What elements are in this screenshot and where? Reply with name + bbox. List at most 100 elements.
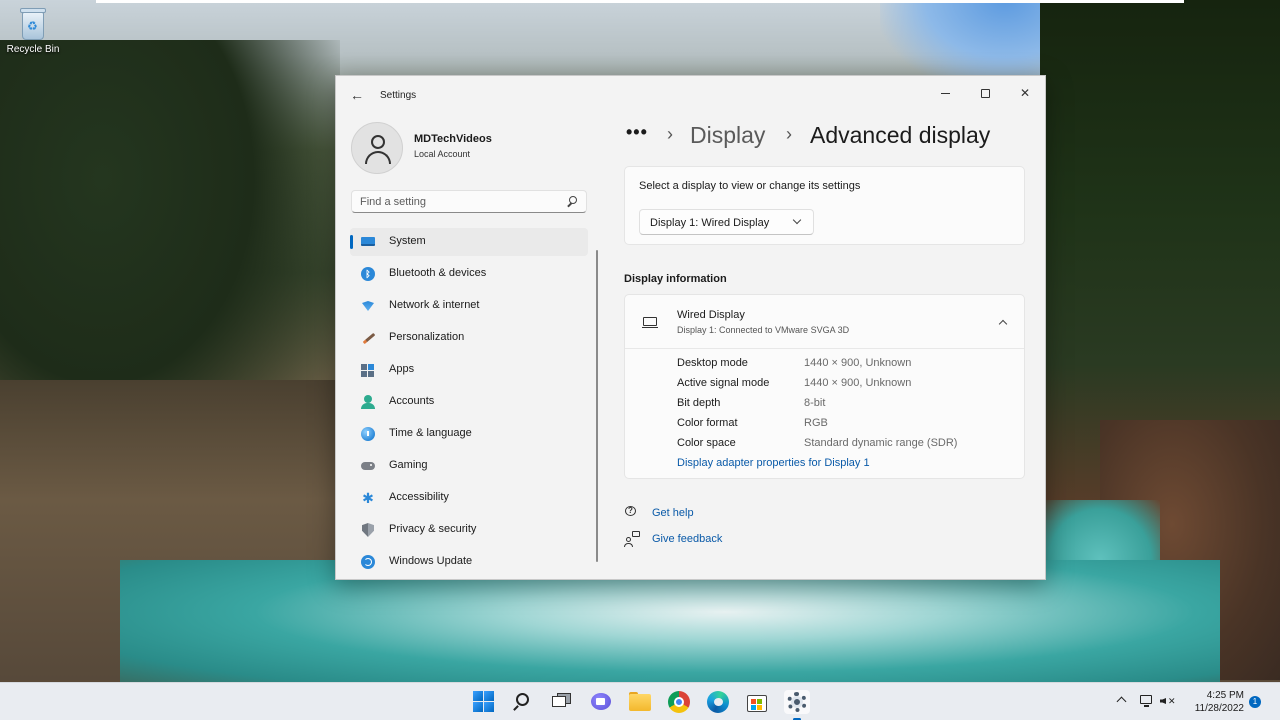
- show-hidden-icons-chevron-up-icon[interactable]: [1116, 696, 1127, 707]
- user-icon: [371, 135, 385, 149]
- sidebar-item-label: Privacy & security: [389, 523, 477, 535]
- edge-button[interactable]: [705, 690, 731, 714]
- sidebar-item-time-language[interactable]: Time & language: [350, 420, 588, 448]
- app-title: Settings: [380, 90, 417, 101]
- monitor-icon: [642, 317, 658, 329]
- system-icon: [361, 237, 375, 246]
- network-status-icon[interactable]: [1140, 695, 1154, 707]
- task-view-button[interactable]: [549, 690, 575, 714]
- chevron-right-icon: ›: [667, 124, 673, 144]
- page-title: Advanced display: [810, 122, 991, 148]
- settings-taskbar-button[interactable]: [784, 690, 810, 720]
- maximize-button[interactable]: [965, 80, 1005, 106]
- microsoft-store-button[interactable]: [744, 690, 770, 714]
- display-dropdown-value: Display 1: Wired Display: [650, 217, 770, 229]
- info-key: Active signal mode: [677, 377, 770, 389]
- sidebar-item-network-internet[interactable]: Network & internet: [350, 292, 588, 320]
- recycle-bin-icon: ♻: [18, 6, 48, 40]
- apps-icon: [361, 363, 375, 377]
- title-bar[interactable]: ← Settings ✕: [336, 76, 1045, 114]
- feedback-icon: [624, 531, 640, 547]
- info-key: Desktop mode: [677, 357, 748, 369]
- display-info-title: Wired Display: [677, 309, 745, 321]
- bluetooth-icon: ᛒ: [361, 267, 375, 281]
- sidebar-item-personalization[interactable]: Personalization: [350, 324, 588, 352]
- search-icon: [516, 693, 529, 706]
- back-arrow-icon: ←: [350, 87, 364, 103]
- network-icon: [361, 299, 375, 313]
- search-icon[interactable]: [566, 196, 578, 208]
- info-row: Color format RGB: [677, 417, 1017, 437]
- give-feedback-label: Give feedback: [652, 533, 723, 545]
- chrome-button[interactable]: [666, 690, 692, 714]
- info-key: Color format: [677, 417, 738, 429]
- display-dropdown[interactable]: Display 1: Wired Display: [639, 209, 814, 235]
- sidebar-scrollbar[interactable]: [596, 250, 598, 562]
- breadcrumb-display-link[interactable]: Display: [690, 122, 765, 149]
- chevron-down-icon: [792, 215, 802, 225]
- search-box[interactable]: [351, 190, 587, 213]
- sidebar-item-accessibility[interactable]: ✱ Accessibility: [350, 484, 588, 512]
- gaming-icon: [361, 459, 375, 473]
- notification-badge[interactable]: 1: [1249, 696, 1261, 708]
- sidebar-item-label: Bluetooth & devices: [389, 267, 487, 279]
- breadcrumb-overflow-button[interactable]: •••: [626, 122, 648, 143]
- desktop-icon-recycle-bin[interactable]: ♻ Recycle Bin: [4, 6, 62, 55]
- taskbar-search-button[interactable]: [510, 690, 536, 714]
- sidebar-item-label: Accessibility: [389, 491, 449, 503]
- chat-button[interactable]: [588, 690, 614, 714]
- start-button[interactable]: [471, 690, 497, 714]
- accessibility-icon: ✱: [362, 490, 374, 506]
- profile-name: MDTechVideos: [414, 133, 492, 145]
- chevron-up-icon[interactable]: [998, 319, 1008, 329]
- sidebar-item-apps[interactable]: Apps: [350, 356, 588, 384]
- search-input[interactable]: [360, 194, 556, 210]
- display-adapter-properties-link[interactable]: Display adapter properties for Display 1: [677, 457, 870, 469]
- close-icon: ✕: [1019, 86, 1031, 100]
- sidebar-item-label: Apps: [389, 363, 415, 375]
- sidebar-item-system[interactable]: System: [350, 228, 588, 256]
- display-info-rows: Desktop mode 1440 × 900, Unknown Active …: [677, 357, 1017, 457]
- accounts-icon: [361, 395, 375, 409]
- info-value: RGB: [804, 417, 828, 429]
- display-select-prompt: Select a display to view or change its s…: [639, 180, 861, 192]
- sidebar-item-label: Personalization: [389, 331, 465, 343]
- back-button[interactable]: ←: [346, 86, 368, 104]
- windows-update-icon: [361, 555, 375, 569]
- sidebar-item-label: Windows Update: [389, 555, 473, 567]
- clock-time: 4:25 PM: [1206, 690, 1244, 701]
- info-row: Bit depth 8-bit: [677, 397, 1017, 417]
- maximize-icon: [980, 89, 990, 99]
- display-info-card: Wired Display Display 1: Connected to VM…: [624, 294, 1025, 479]
- info-value: Standard dynamic range (SDR): [804, 437, 958, 449]
- sidebar-item-privacy-security[interactable]: Privacy & security: [350, 516, 588, 544]
- folder-icon: [629, 694, 651, 711]
- info-row: Active signal mode 1440 × 900, Unknown: [677, 377, 1017, 397]
- personalization-icon: [361, 331, 376, 345]
- info-key: Color space: [677, 437, 736, 449]
- clock[interactable]: 4:25 PM 11/28/2022: [1186, 689, 1244, 715]
- display-info-header[interactable]: Wired Display Display 1: Connected to VM…: [625, 295, 1024, 349]
- display-info-subtitle: Display 1: Connected to VMware SVGA 3D: [677, 325, 850, 335]
- sidebar-item-windows-update[interactable]: Windows Update: [350, 548, 588, 576]
- display-select-card: Select a display to view or change its s…: [624, 166, 1025, 245]
- minimize-button[interactable]: [925, 80, 965, 106]
- sidebar-item-bluetooth-devices[interactable]: ᛒ Bluetooth & devices: [350, 260, 588, 288]
- taskbar: ✕ 4:25 PM 11/28/2022 1: [0, 682, 1280, 720]
- sidebar-item-gaming[interactable]: Gaming: [350, 452, 588, 480]
- sidebar-nav: System ᛒ Bluetooth & devices Network & i…: [350, 228, 588, 579]
- volume-muted-icon[interactable]: ✕: [1160, 695, 1176, 707]
- file-explorer-button[interactable]: [627, 690, 653, 714]
- desktop-icon-label: Recycle Bin: [6, 44, 60, 55]
- get-help-label: Get help: [652, 507, 694, 519]
- avatar[interactable]: [351, 122, 403, 174]
- minimize-icon: [940, 93, 950, 95]
- top-edge-strip: [96, 0, 1184, 3]
- info-value: 1440 × 900, Unknown: [804, 357, 912, 369]
- help-icon: ?: [624, 505, 640, 521]
- close-button[interactable]: ✕: [1005, 80, 1045, 106]
- sidebar-item-accounts[interactable]: Accounts: [350, 388, 588, 416]
- info-value: 1440 × 900, Unknown: [804, 377, 912, 389]
- info-value: 8-bit: [804, 397, 826, 409]
- info-row: Color space Standard dynamic range (SDR): [677, 437, 1017, 457]
